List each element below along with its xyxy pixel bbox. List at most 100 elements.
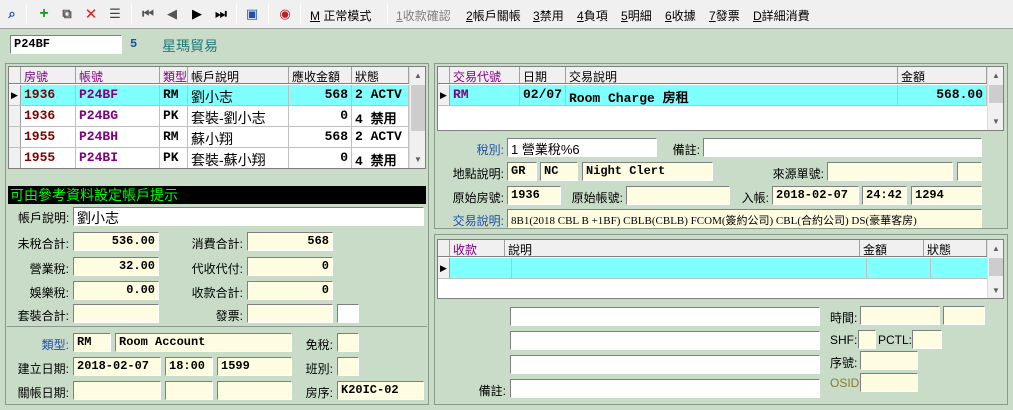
close-id-field[interactable] bbox=[217, 381, 292, 400]
col-status[interactable]: 狀態 bbox=[352, 67, 409, 83]
payments-scrollbar[interactable]: ▲ ▼ bbox=[987, 240, 1003, 298]
edit-list-icon[interactable]: ☰ bbox=[106, 5, 124, 23]
created-id-field[interactable]: 1599 bbox=[217, 357, 292, 376]
orig-room-field[interactable]: 1936 bbox=[507, 186, 561, 205]
col-room[interactable]: 房號 bbox=[21, 67, 76, 83]
scroll-down-icon[interactable]: ▼ bbox=[988, 113, 1003, 129]
consume-field[interactable]: 568 bbox=[247, 232, 333, 251]
pkg-field[interactable] bbox=[73, 304, 159, 323]
col-account[interactable]: 帳號 bbox=[76, 67, 160, 83]
close-time-field[interactable] bbox=[165, 381, 213, 400]
col-trans-desc[interactable]: 交易說明 bbox=[566, 67, 898, 83]
account-row[interactable]: ▶ 1936 P24BF RM 劉小志 568 2 ACTV bbox=[9, 85, 409, 106]
note-field[interactable] bbox=[703, 138, 982, 157]
scroll-up-icon[interactable]: ▲ bbox=[988, 240, 1003, 256]
ent-tax-field[interactable]: 0.00 bbox=[73, 281, 159, 300]
invoice-field-b[interactable] bbox=[337, 304, 359, 323]
scroll-down-icon[interactable]: ▼ bbox=[410, 151, 425, 167]
col-date[interactable]: 日期 bbox=[520, 67, 566, 83]
orig-account-field[interactable] bbox=[626, 186, 730, 205]
menu-item-6[interactable]: 7發票 bbox=[709, 7, 740, 24]
exempt-field[interactable] bbox=[337, 333, 359, 352]
col-pay-amount[interactable]: 金額 bbox=[860, 240, 924, 256]
close-date-field[interactable] bbox=[73, 381, 161, 400]
collect-field[interactable]: 0 bbox=[247, 257, 333, 276]
desc-field[interactable]: 劉小志 bbox=[73, 207, 424, 226]
account-row[interactable]: 1955 P24BH RM 蘇小翔 568 2 ACTV bbox=[9, 127, 409, 148]
scroll-thumb[interactable] bbox=[411, 85, 425, 131]
pretax-field[interactable]: 536.00 bbox=[73, 232, 159, 251]
account-row[interactable]: 1936 P24BG PK 套裝-劉小志 0 4 禁用 bbox=[9, 106, 409, 127]
scroll-thumb[interactable] bbox=[989, 85, 1003, 103]
col-trans-code[interactable]: 交易代號 bbox=[450, 67, 520, 83]
first-record-icon[interactable]: ⏮ bbox=[139, 5, 157, 23]
post-time-field[interactable]: 24:42 bbox=[862, 186, 907, 205]
col-type[interactable]: 類型 bbox=[160, 67, 188, 83]
location-a-field[interactable]: GR bbox=[507, 162, 537, 181]
payment-line-1[interactable] bbox=[510, 307, 820, 326]
exit-icon[interactable]: ◉ bbox=[276, 5, 294, 23]
created-time-field[interactable]: 18:00 bbox=[165, 357, 213, 376]
shf-field[interactable] bbox=[858, 330, 876, 349]
col-payment[interactable]: 收款 bbox=[450, 240, 505, 256]
scroll-up-icon[interactable]: ▲ bbox=[410, 67, 425, 83]
last-record-icon[interactable]: ⏭ bbox=[212, 5, 230, 23]
payment-line-2[interactable] bbox=[510, 331, 820, 350]
tax-field[interactable]: 32.00 bbox=[73, 257, 159, 276]
tax-type-field[interactable]: 1 營業稅%6 bbox=[507, 138, 657, 157]
transactions-grid[interactable]: 交易代號 日期 交易說明 金額 ▶ RM 02/07 Room Charge 房租 56… bbox=[437, 66, 1004, 131]
binoculars-icon[interactable]: ⌕ bbox=[3, 5, 21, 23]
add-icon[interactable]: + bbox=[35, 5, 53, 23]
col-trans-amount[interactable]: 金額 bbox=[898, 67, 987, 83]
invoice-field-a[interactable] bbox=[247, 304, 333, 323]
menu-item-0[interactable]: 1收款確認 bbox=[396, 7, 451, 24]
created-date-field[interactable]: 2018-02-07 bbox=[73, 357, 161, 376]
menu-item-7[interactable]: D詳細消費 bbox=[753, 7, 810, 24]
menu-item-4[interactable]: 5明細 bbox=[621, 7, 652, 24]
payments-grid[interactable]: 收款 說明 金額 狀態 ▶ ▲ ▼ bbox=[437, 239, 1004, 299]
payment-row[interactable]: ▶ bbox=[438, 258, 987, 279]
location-b-field[interactable]: NC bbox=[540, 162, 578, 181]
mode-button[interactable]: M 正常模式 bbox=[310, 7, 371, 24]
prev-record-icon[interactable]: ◀ bbox=[163, 5, 181, 23]
payment-line-3[interactable] bbox=[510, 355, 820, 374]
pctl-field[interactable] bbox=[912, 330, 942, 349]
post-id-field[interactable]: 1294 bbox=[911, 186, 982, 205]
menu-item-2[interactable]: 3禁用 bbox=[533, 7, 564, 24]
type-desc-field[interactable]: Room Account bbox=[115, 333, 292, 352]
receive-field[interactable]: 0 bbox=[247, 281, 333, 300]
seq-field[interactable] bbox=[860, 351, 918, 370]
account-code-field[interactable]: P24BF bbox=[10, 35, 122, 54]
transaction-row[interactable]: ▶ RM 02/07 Room Charge 房租 568.00 bbox=[438, 85, 987, 106]
source-no-field[interactable] bbox=[827, 162, 953, 181]
time-field-b[interactable] bbox=[943, 306, 985, 325]
next-record-icon[interactable]: ▶ bbox=[188, 5, 206, 23]
col-amount[interactable]: 應收金額 bbox=[289, 67, 352, 83]
osid-field[interactable] bbox=[860, 373, 918, 392]
copy-icon[interactable]: ⧉ bbox=[58, 5, 76, 23]
accounts-scrollbar[interactable]: ▲ ▼ bbox=[409, 67, 425, 168]
trans-desc-field[interactable]: 8B1(2018 CBL B +1BF) CBLB(CBLB) FCOM(簽約公… bbox=[507, 209, 982, 228]
time-field-a[interactable] bbox=[860, 306, 940, 325]
type-code-field[interactable]: RM bbox=[73, 333, 111, 352]
account-row[interactable]: 1955 P24BI PK 套裝-蘇小翔 0 4 禁用 bbox=[9, 148, 409, 168]
pay-note-field[interactable] bbox=[510, 379, 820, 398]
location-c-field[interactable]: Night Clert bbox=[582, 162, 713, 181]
scroll-up-icon[interactable]: ▲ bbox=[988, 67, 1003, 83]
col-pay-desc[interactable]: 說明 bbox=[505, 240, 860, 256]
accounts-grid[interactable]: 房號 帳號 類型 帳戶說明 應收金額 狀態 ▶ 1936 P24BF RM 劉小志 568… bbox=[8, 66, 426, 169]
source-extra-field[interactable] bbox=[957, 162, 982, 181]
menu-item-1[interactable]: 2帳戶關帳 bbox=[466, 7, 521, 24]
scroll-down-icon[interactable]: ▼ bbox=[988, 282, 1003, 298]
delete-icon[interactable]: ✕ bbox=[82, 5, 100, 23]
menu-item-5[interactable]: 6收據 bbox=[665, 7, 696, 24]
scroll-thumb[interactable] bbox=[989, 258, 1003, 276]
room-seq-field[interactable]: K20IC-02 bbox=[337, 381, 424, 400]
col-pay-status[interactable]: 狀態 bbox=[924, 240, 987, 256]
menu-item-3[interactable]: 4負項 bbox=[577, 7, 608, 24]
shift-field[interactable] bbox=[337, 357, 359, 376]
col-desc[interactable]: 帳戶說明 bbox=[188, 67, 289, 83]
post-date-field[interactable]: 2018-02-07 bbox=[772, 186, 859, 205]
save-icon[interactable]: ▣ bbox=[243, 5, 261, 23]
transactions-scrollbar[interactable]: ▲ ▼ bbox=[987, 67, 1003, 130]
